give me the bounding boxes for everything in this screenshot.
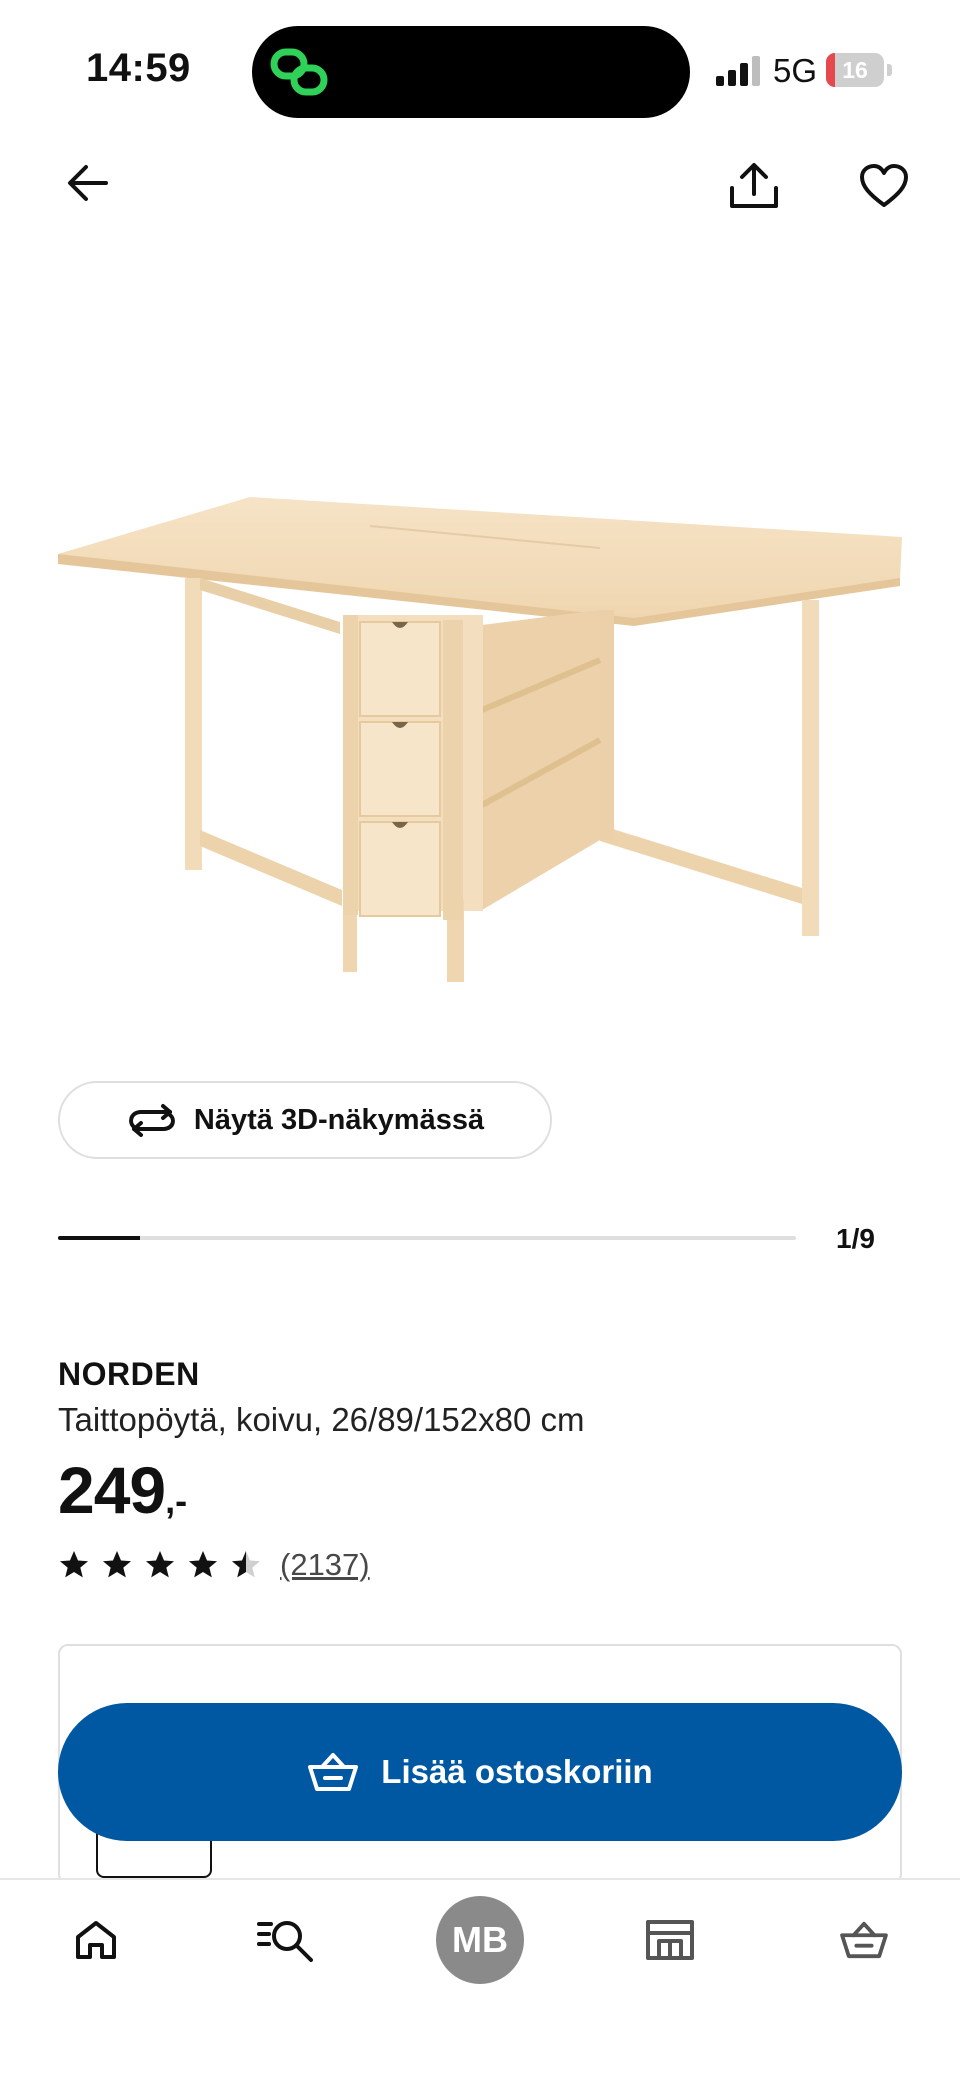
product-description: Taittopöytä, koivu, 26/89/152x80 cm: [58, 1401, 585, 1438]
status-time: 14:59: [86, 46, 191, 90]
product-name: NORDEN: [58, 1356, 200, 1392]
home-icon: [76, 1921, 116, 1959]
arrow-left-icon: [68, 165, 108, 201]
battery-level: 16: [842, 57, 868, 83]
star-icon: [232, 1551, 260, 1578]
nav-stores[interactable]: [620, 1880, 720, 2000]
nav-home[interactable]: [46, 1880, 146, 2000]
nav-profile[interactable]: MB: [430, 1880, 530, 2000]
product-image[interactable]: [40, 470, 920, 990]
heart-icon: [860, 164, 908, 207]
add-to-cart-button[interactable]: Lisää ostoskoriin: [58, 1703, 902, 1841]
nav-cart[interactable]: [814, 1880, 914, 2000]
product-rating[interactable]: (2137): [58, 1547, 370, 1583]
search-icon: [257, 1921, 313, 1962]
nav-search[interactable]: [236, 1880, 336, 2000]
signal-icon: [716, 56, 760, 86]
share-icon: [730, 163, 778, 208]
favorite-button[interactable]: [854, 156, 914, 216]
link-icon: [270, 48, 328, 96]
view-3d-label: Näytä 3D-näkymässä: [193, 1103, 485, 1136]
review-count-link[interactable]: (2137): [280, 1547, 370, 1583]
star-icon: [146, 1551, 174, 1578]
price-integer: 249: [58, 1453, 166, 1527]
shopping-basket-icon: [840, 1921, 888, 1959]
avatar: MB: [436, 1896, 524, 1984]
star-icon: [189, 1551, 217, 1578]
back-button[interactable]: [58, 153, 118, 213]
star-icon: [103, 1551, 131, 1578]
gallery-counter: 1/9: [836, 1223, 875, 1254]
gallery-progress-bar[interactable]: [58, 1236, 796, 1240]
shopping-basket-icon: [308, 1753, 359, 1791]
rotate-icon: [128, 1104, 175, 1137]
price-decimal: ,-: [165, 1480, 188, 1521]
product-price: 249 ,-: [58, 1452, 187, 1528]
star-icon: [60, 1551, 88, 1578]
rating-stars: [58, 1549, 262, 1581]
network-type: 5G: [773, 52, 818, 89]
gallery-progress-fill: [58, 1236, 140, 1240]
store-icon: [646, 1920, 694, 1960]
share-button[interactable]: [724, 156, 784, 216]
add-to-cart-label: Lisää ostoskoriin: [381, 1753, 653, 1790]
view-3d-button[interactable]: Näytä 3D-näkymässä: [58, 1081, 552, 1159]
battery-icon: 16: [826, 53, 892, 87]
bottom-navigation: MB: [0, 1878, 960, 2083]
